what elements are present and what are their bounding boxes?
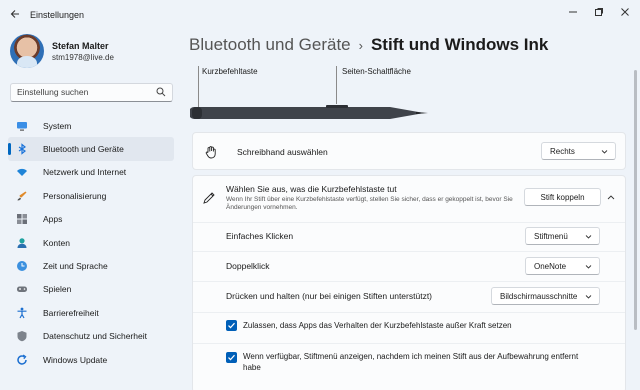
title-bar: Einstellungen [0,0,640,30]
user-profile[interactable]: Stefan Malter stm1978@live.de [10,34,190,74]
user-name: Stefan Malter [52,41,109,51]
sidebar-item-system[interactable]: System [8,114,174,137]
sidebar-item-gaming[interactable]: Spielen [8,278,174,301]
pen-illustration: Kurzbefehltaste Seiten-Schaltfläche [190,62,430,126]
allow-apps-label: Zulassen, dass Apps das Verhalten der Ku… [243,321,512,330]
monitor-icon [17,121,27,131]
sidebar-item-label: Bluetooth und Geräte [43,144,124,155]
sidebar-item-windows-update[interactable]: Windows Update [8,348,174,371]
shortcut-description: Wenn Ihr Stift über eine Kurzbefehlstast… [226,196,513,211]
press-hold-dropdown[interactable]: Bildschirmausschnitte [491,287,600,305]
show-menu-label: Wenn verfügbar, Stiftmenü anzeigen, nach… [243,352,579,372]
person-icon [17,237,27,248]
chevron-down-icon [585,235,592,239]
minimize-icon[interactable] [566,7,580,21]
checkmark-icon [228,322,235,329]
chevron-up-icon[interactable] [607,194,615,200]
pen-shortcut-label: Kurzbefehltaste [202,67,258,76]
handwriting-title: Schreibhand auswählen [237,147,328,157]
divider [193,281,625,282]
sidebar-item-label: Netzwerk und Internet [43,167,127,178]
press-hold-value: Bildschirmausschnitte [500,291,578,301]
allow-apps-checkbox[interactable] [226,320,237,331]
sidebar-item-label: Zeit und Sprache [43,261,108,272]
sidebar-item-label: Barrierefreiheit [43,307,99,318]
search-icon[interactable] [156,87,166,97]
pen-side-button-label: Seiten-Schaltfläche [342,67,411,76]
hand-icon [205,146,216,159]
side-button-pointer-line [336,66,337,104]
sidebar-item-label: System [43,120,72,131]
sidebar-item-label: Personalisierung [43,190,107,201]
divider [193,343,625,344]
page-title: Stift und Windows Ink [370,35,549,54]
sidebar-item-personalization[interactable]: Personalisierung [8,184,174,207]
handwriting-card: Schreibhand auswählen Rechts [192,132,626,170]
avatar [10,34,44,68]
pen-icon [203,192,215,204]
sidebar-item-label: Windows Update [43,354,108,365]
search-box[interactable] [10,83,173,102]
globe-clock-icon [17,261,27,272]
sidebar-item-accessibility[interactable]: Barrierefreiheit [8,301,174,324]
back-arrow-icon[interactable] [8,8,22,22]
sidebar-item-time-language[interactable]: Zeit und Sprache [8,254,174,277]
divider [193,312,625,313]
double-click-label: Doppelklick [226,261,270,271]
apps-icon [17,214,27,225]
brush-icon [17,191,27,201]
handwriting-dropdown[interactable]: Rechts [541,142,616,160]
close-icon[interactable] [618,7,632,21]
bluetooth-icon [18,143,27,155]
single-click-label: Einfaches Klicken [226,231,294,241]
sidebar-item-label: Datenschutz und Sicherheit [43,331,147,342]
user-email: stm1978@live.de [52,53,114,62]
handwriting-value: Rechts [550,146,575,156]
shortcut-card: Wählen Sie aus, was die Kurzbefehlstaste… [192,175,626,390]
update-icon [17,354,27,365]
sidebar-item-label: Spielen [43,284,72,295]
wifi-icon [17,169,27,177]
shortcut-title: Wählen Sie aus, was die Kurzbefehlstaste… [226,184,397,194]
breadcrumb-separator: › [358,38,363,53]
shield-icon [17,331,27,342]
breadcrumb: Bluetooth und Geräte › Stift und Windows I… [189,35,548,55]
scrollbar[interactable] [634,70,637,330]
sidebar-item-network[interactable]: Netzwerk und Internet [8,161,174,184]
sidebar-item-bluetooth[interactable]: Bluetooth und Geräte [8,137,174,161]
pair-pen-button[interactable]: Stift koppeln [524,188,601,206]
sidebar-item-privacy[interactable]: Datenschutz und Sicherheit [8,325,174,348]
gamepad-icon [17,286,27,293]
sidebar-item-apps[interactable]: Apps [8,208,174,231]
sidebar-item-accounts[interactable]: Konten [8,231,174,254]
chevron-down-icon [601,150,608,154]
divider [193,222,625,223]
accessibility-icon [17,307,27,319]
single-click-dropdown[interactable]: Stiftmenü [525,227,600,245]
checkmark-icon [228,354,235,361]
pen-image [190,105,428,119]
sidebar-nav: System Bluetooth und Geräte Netzwerk und… [8,114,174,371]
sidebar-item-label: Konten [43,237,70,248]
sidebar-item-label: Apps [43,214,63,225]
maximize-icon[interactable] [592,7,606,21]
chevron-down-icon [585,265,592,269]
single-click-value: Stiftmenü [534,231,568,241]
breadcrumb-parent[interactable]: Bluetooth und Geräte [189,35,351,54]
double-click-dropdown[interactable]: OneNote [525,257,600,275]
double-click-value: OneNote [534,261,567,271]
press-hold-label: Drücken und halten (nur bei einigen Stif… [226,291,433,301]
divider [193,251,625,252]
show-menu-checkbox[interactable] [226,352,237,363]
window-title: Einstellungen [30,10,85,20]
chevron-down-icon [585,295,592,299]
search-input[interactable] [17,87,147,97]
